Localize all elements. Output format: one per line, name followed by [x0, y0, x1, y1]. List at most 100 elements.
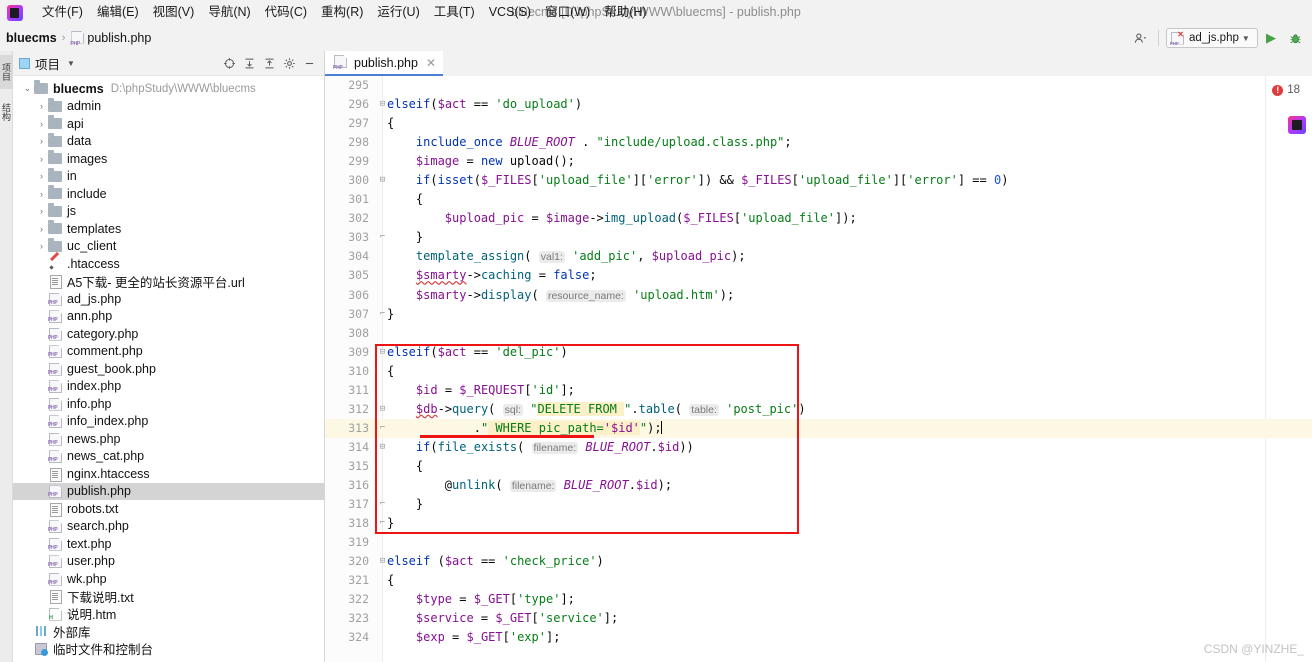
tree-item[interactable]: › images	[13, 150, 324, 168]
code-line-current[interactable]: 313 ⌐ ." WHERE pic_path='$id'");	[325, 418, 1312, 438]
collapse-all-icon[interactable]	[260, 53, 279, 73]
inspection-gutter[interactable]: ! 18	[1265, 76, 1312, 662]
tree-item[interactable]: comment.php	[13, 343, 324, 361]
code-line[interactable]: 318 ⌐}	[325, 514, 1312, 533]
debug-bug-icon[interactable]	[1284, 28, 1306, 49]
tree-expand-arrow-icon[interactable]: ›	[35, 119, 48, 129]
tree-expand-arrow-icon[interactable]: ›	[35, 136, 48, 146]
code-line[interactable]: 316 @unlink( filename: BLUE_ROOT.$id);	[325, 476, 1312, 495]
tree-expand-arrow-icon[interactable]: ›	[35, 101, 48, 111]
error-count-indicator[interactable]: ! 18	[1272, 84, 1300, 96]
tree-item[interactable]: user.php	[13, 553, 324, 571]
tree-item[interactable]: guest_book.php	[13, 360, 324, 378]
tree-item[interactable]: index.php	[13, 378, 324, 396]
tree-item[interactable]: 外部库	[13, 623, 324, 641]
tree-item[interactable]: › in	[13, 167, 324, 186]
code-line[interactable]: 307 ⌐}	[325, 305, 1312, 324]
menu-item-0[interactable]: 文件(F)	[35, 0, 90, 25]
code-line[interactable]: 298 include_once BLUE_ROOT . "include/up…	[325, 133, 1312, 152]
tree-item[interactable]: › templates	[13, 220, 324, 238]
menu-item-7[interactable]: 工具(T)	[427, 0, 482, 25]
tree-item[interactable]: text.php	[13, 535, 324, 553]
code-line[interactable]: 304 template_assign( val1: 'add_pic', $u…	[325, 247, 1312, 266]
tree-item[interactable]: › api	[13, 115, 324, 133]
tree-item[interactable]: search.php	[13, 518, 324, 536]
code-lines[interactable]: 295 296 ⊟ elseif($act == 'do_upload') 297 {29…	[325, 76, 1312, 662]
code-line[interactable]: 297 {	[325, 114, 1312, 133]
tree-item[interactable]: info.php	[13, 395, 324, 413]
code-line[interactable]: 296 ⊟ elseif($act == 'do_upload')	[325, 95, 1312, 114]
code-line[interactable]: 314 ⊟ if(file_exists( filename: BLUE_ROOT…	[325, 438, 1312, 457]
user-dropdown-icon[interactable]	[1129, 28, 1151, 49]
code-line[interactable]: 317 ⌐ }	[325, 495, 1312, 514]
code-line[interactable]: 295	[325, 76, 1312, 95]
tree-item[interactable]: .htaccess	[13, 255, 324, 273]
tree-expand-arrow-icon[interactable]: ›	[35, 224, 48, 234]
tree-item[interactable]: robots.txt	[13, 500, 324, 518]
tree-item[interactable]: 下载说明.txt	[13, 588, 324, 606]
code-line[interactable]: 324 $exp = $_GET['exp'];	[325, 628, 1312, 647]
code-line[interactable]: 308	[325, 324, 1312, 343]
code-line[interactable]: 302 $upload_pic = $image->img_upload($_F…	[325, 209, 1312, 228]
tree-expand-arrow-icon[interactable]: ⌄	[21, 83, 34, 94]
menu-item-6[interactable]: 运行(U)	[370, 0, 426, 25]
code-line[interactable]: 322 $type = $_GET['type'];	[325, 590, 1312, 609]
run-configuration-selector[interactable]: ✕ ad_js.php ▼	[1166, 28, 1258, 48]
menu-item-8[interactable]: VCS(S)	[482, 0, 538, 25]
code-line[interactable]: 320 ⊟ elseif ($act == 'check_price')	[325, 552, 1312, 571]
tree-item[interactable]: info_index.php	[13, 413, 324, 431]
tool-window-tab-0[interactable]: 项目	[0, 55, 13, 89]
tree-item[interactable]: nginx.htaccess	[13, 465, 324, 483]
tree-expand-arrow-icon[interactable]: ›	[35, 171, 48, 181]
tree-item[interactable]: news_cat.php	[13, 448, 324, 466]
tree-item[interactable]: › data	[13, 132, 324, 151]
project-view-chevron-icon[interactable]: ▼	[67, 59, 75, 68]
breadcrumb-file[interactable]: publish.php	[87, 31, 151, 45]
project-file-tree[interactable]: ⌄ bluecms D:\phpStudy\WWW\bluecms › admin › ap…	[13, 76, 324, 662]
menu-item-4[interactable]: 代码(C)	[258, 0, 314, 25]
menu-item-5[interactable]: 重构(R)	[314, 0, 370, 25]
tree-item[interactable]: › admin	[13, 97, 324, 116]
menu-item-2[interactable]: 视图(V)	[146, 0, 202, 25]
tree-item[interactable]: 临时文件和控制台	[13, 640, 324, 658]
code-line[interactable]: 315 {	[325, 457, 1312, 476]
code-line[interactable]: 312 ⊟ $db->query( sql: "DELETE FROM ".tab…	[325, 400, 1312, 419]
tree-item[interactable]: wk.php	[13, 570, 324, 588]
plugin-logo-icon[interactable]	[1288, 116, 1306, 134]
code-line[interactable]: 321 {	[325, 571, 1312, 590]
code-line[interactable]: 299 $image = new upload();	[325, 152, 1312, 171]
tree-item[interactable]: ad_js.php	[13, 290, 324, 308]
tree-item[interactable]: ⌄ bluecms D:\phpStudy\WWW\bluecms	[13, 80, 324, 98]
tree-item[interactable]: › js	[13, 202, 324, 221]
code-line[interactable]: 301 {	[325, 190, 1312, 209]
tree-item[interactable]: news.php	[13, 430, 324, 448]
code-line[interactable]: 311 $id = $_REQUEST['id'];	[325, 381, 1312, 400]
expand-all-icon[interactable]	[240, 53, 259, 73]
settings-gear-icon[interactable]	[280, 53, 299, 73]
code-line[interactable]: 319	[325, 533, 1312, 552]
code-line[interactable]: 310 {	[325, 362, 1312, 381]
tree-item[interactable]: A5下载- 更全的站长资源平台.url	[13, 273, 324, 291]
select-opened-file-icon[interactable]	[220, 53, 239, 73]
code-line[interactable]: 305 $smarty->caching = false;	[325, 266, 1312, 285]
tree-item[interactable]: › uc_client	[13, 237, 324, 256]
menu-item-3[interactable]: 导航(N)	[201, 0, 257, 25]
menu-item-10[interactable]: 帮助(H)	[597, 0, 653, 25]
run-play-icon[interactable]: ▶	[1260, 28, 1282, 49]
tree-expand-arrow-icon[interactable]: ›	[35, 189, 48, 199]
tree-expand-arrow-icon[interactable]: ›	[35, 154, 48, 164]
tree-item-selected[interactable]: publish.php	[13, 482, 324, 500]
code-line[interactable]: 309 ⊟ elseif($act == 'del_pic')	[325, 343, 1312, 362]
hide-panel-icon[interactable]	[300, 53, 319, 73]
tree-expand-arrow-icon[interactable]: ›	[35, 241, 48, 251]
code-line[interactable]: 303 ⌐ }	[325, 228, 1312, 247]
breadcrumb-root[interactable]: bluecms	[6, 31, 57, 45]
menu-item-9[interactable]: 窗口(W)	[538, 0, 597, 25]
menu-item-1[interactable]: 编辑(E)	[90, 0, 146, 25]
tree-item[interactable]: category.php	[13, 325, 324, 343]
close-icon[interactable]: ✕	[426, 56, 436, 70]
code-line[interactable]: 323 $service = $_GET['service'];	[325, 609, 1312, 628]
tool-window-tab-1[interactable]: 结构	[0, 95, 13, 129]
tree-expand-arrow-icon[interactable]: ›	[35, 206, 48, 216]
code-line[interactable]: 300 ⊟ if(isset($_FILES['upload_file']['er…	[325, 171, 1312, 190]
